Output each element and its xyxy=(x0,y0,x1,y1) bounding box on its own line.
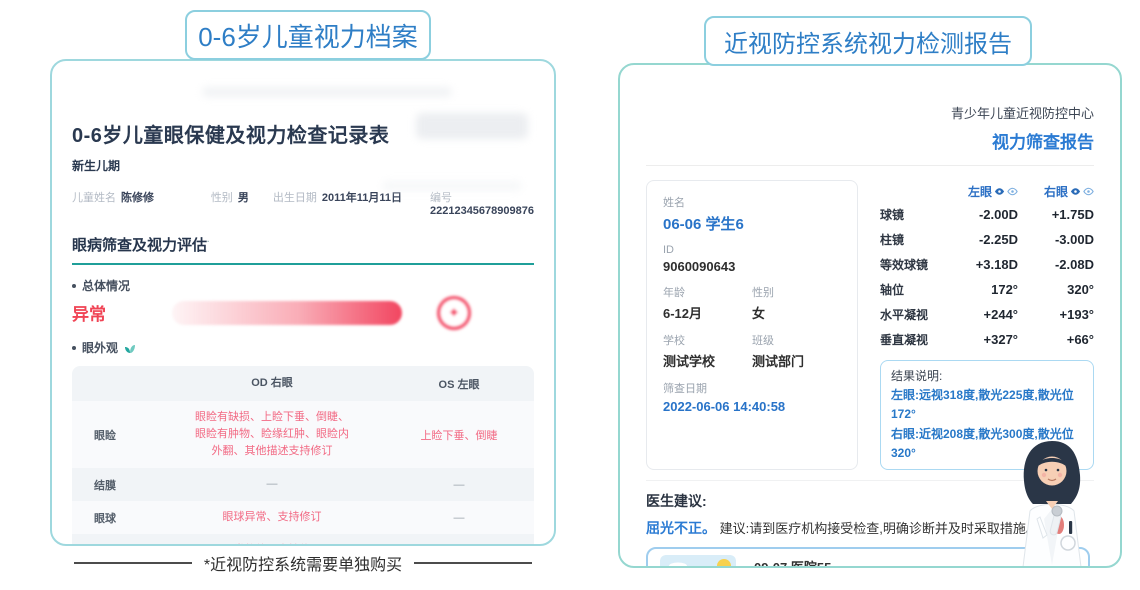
eye-appearance-row: 眼外观 xyxy=(72,339,534,356)
alert-badge-icon: ✦ xyxy=(440,299,468,327)
refraction-metrics-panel: 左眼 右眼 球镜 -2.00D +1.75D 柱镜 xyxy=(880,180,1094,470)
child-name-value: 陈修修 xyxy=(121,192,154,204)
org-name: 青少年儿童近视防控中心 xyxy=(646,103,1094,122)
metrics-header-row: 左眼 右眼 xyxy=(880,180,1094,202)
vision-record-card: 0-6岁儿童眼保健及视力检查记录表 新生儿期 儿童姓名陈修修 性别男 出生日期2… xyxy=(50,59,556,546)
redacted-blob xyxy=(382,181,522,191)
table-row: 结膜 — — xyxy=(72,468,534,501)
col-od-header: OD 右眼 xyxy=(160,375,384,392)
id-label: ID xyxy=(663,244,841,256)
table-row: 角膜 异常数值、支持修订 异常 xyxy=(72,534,534,544)
result-note-title: 结果说明: xyxy=(891,367,1083,386)
table-header-row: OD 右眼 OS 左眼 xyxy=(72,366,534,401)
sprout-icon xyxy=(124,342,136,354)
record-subtitle: 新生儿期 xyxy=(72,157,534,174)
right-panel-title-badge: 近视防控系统视力检测报告 xyxy=(704,16,1032,66)
left-panel-title-badge: 0-6岁儿童视力档案 xyxy=(185,10,431,60)
hospital-illustration xyxy=(660,555,736,566)
student-class: 测试部门 xyxy=(752,351,841,370)
bullet-dot xyxy=(72,284,76,288)
metric-row: 水平凝视 +244° +193° xyxy=(880,302,1094,327)
report-title: 视力筛查报告 xyxy=(646,128,1094,153)
student-id: 9060090643 xyxy=(663,259,841,274)
advice-text: 建议:请到医疗机构接受检查,明确诊断并及时采取措施。 xyxy=(720,521,1039,536)
eye-icon xyxy=(1070,187,1081,196)
table-row: 眼球 眼球异常、支持修订 — xyxy=(72,501,534,534)
appearance-label: 眼外观 xyxy=(82,339,118,356)
col-os-header: OS 左眼 xyxy=(384,376,534,392)
student-info-panel: 姓名 06-06 学生6 ID 9060090643 年龄 6-12月 性别 女 xyxy=(646,180,858,470)
record-no-label: 编号 xyxy=(430,192,452,204)
blurred-alert-pill: ✦ xyxy=(172,301,402,325)
metric-row: 等效球镜 +3.18D -2.08D xyxy=(880,252,1094,277)
child-name-label: 儿童姓名 xyxy=(72,192,116,204)
metric-row: 轴位 172° 320° xyxy=(880,277,1094,302)
left-eye-header: 左眼 xyxy=(944,183,1018,200)
birthdate-label: 出生日期 xyxy=(273,192,317,204)
name-label: 姓名 xyxy=(663,194,841,210)
screen-date-value: 2022-06-06 14:40:58 xyxy=(663,399,841,414)
abnormal-status-text: 异常 xyxy=(72,305,106,324)
doctor-illustration xyxy=(1002,437,1102,566)
metric-row: 垂直凝视 +327° +66° xyxy=(880,327,1094,352)
birthdate-value: 2011年11月11日 xyxy=(322,192,402,204)
footnote-text: *近视防控系统需要单独购买 xyxy=(204,551,402,575)
student-name: 06-06 学生6 xyxy=(663,213,841,234)
gender-label: 性别 xyxy=(752,284,841,300)
metric-row: 柱镜 -2.25D -3.00D xyxy=(880,227,1094,252)
table-row: 眼睑 眼睑有缺损、上睑下垂、倒睫、眼睑有肿物、睑缘红肿、眼睑内外翻、其他描述支持… xyxy=(72,401,534,468)
redacted-button-blob xyxy=(416,113,528,139)
footnote-line-left xyxy=(74,562,192,564)
right-badge-label: 近视防控系统视力检测报告 xyxy=(724,24,1012,59)
screening-report-card: 青少年儿童近视防控中心 视力筛查报告 姓名 06-06 学生6 ID 90600… xyxy=(618,63,1122,568)
metric-row: 球镜 -2.00D +1.75D xyxy=(880,202,1094,227)
diagnosis-highlight: 屈光不正。 xyxy=(646,520,716,536)
eye-icon xyxy=(1083,187,1094,196)
overall-label: 总体情况 xyxy=(82,277,130,294)
class-label: 班级 xyxy=(752,332,841,348)
result-note-left-eye: 左眼:远视318度,散光225度,散光位172° xyxy=(891,386,1083,424)
section-underline xyxy=(72,263,534,265)
eye-icon xyxy=(1007,187,1018,196)
student-school: 测试学校 xyxy=(663,351,752,370)
school-label: 学校 xyxy=(663,332,752,348)
gender-label: 性别 xyxy=(211,192,233,204)
right-eye-header: 右眼 xyxy=(1018,183,1094,200)
purchase-footnote: *近视防控系统需要单独购买 xyxy=(50,551,556,575)
hospital-name: 09-07 医院55 xyxy=(754,557,862,566)
overall-status-label-row: 总体情况 xyxy=(72,277,534,294)
gender-value: 男 xyxy=(238,192,249,204)
footnote-line-right xyxy=(414,562,532,564)
record-no-value: 22212345678909876 xyxy=(430,205,534,217)
overall-status-row: 异常 ✦ xyxy=(72,300,534,327)
divider xyxy=(646,165,1094,166)
student-gender: 女 xyxy=(752,303,841,322)
section-title: 眼病筛查及视力评估· xyxy=(72,234,534,255)
eye-exam-table: OD 右眼 OS 左眼 眼睑 眼睑有缺损、上睑下垂、倒睫、眼睑有肿物、睑缘红肿、… xyxy=(72,366,534,544)
record-fields: 儿童姓名陈修修 性别男 出生日期 2011年11月11日 编号2221234567… xyxy=(72,189,534,217)
screen-date-label: 筛查日期 xyxy=(663,380,841,396)
eye-icon xyxy=(994,187,1005,196)
age-label: 年龄 xyxy=(663,284,752,300)
bullet-dot xyxy=(72,346,76,350)
left-badge-label: 0-6岁儿童视力档案 xyxy=(198,17,418,54)
redacted-blob xyxy=(202,87,452,97)
student-age: 6-12月 xyxy=(663,303,752,322)
